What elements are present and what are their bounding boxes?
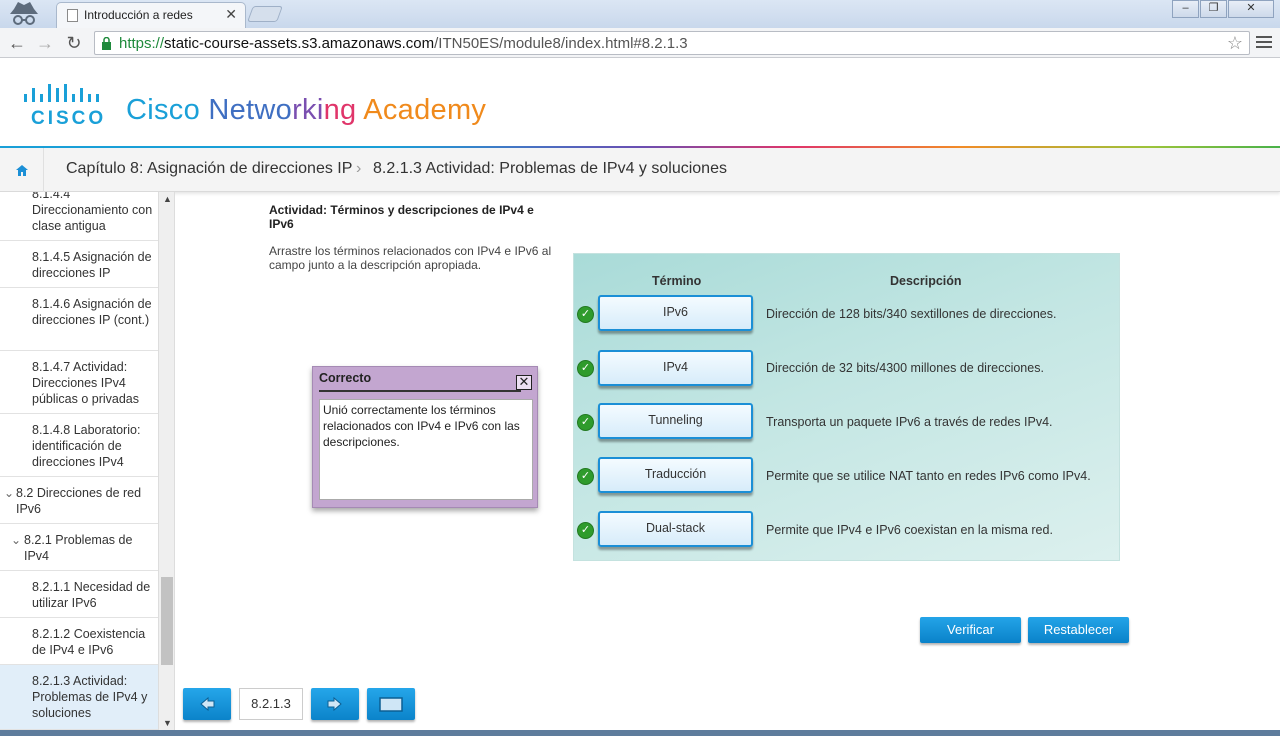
term-tile-ipv6[interactable]: IPv6 xyxy=(598,295,753,331)
forward-arrow-icon[interactable]: → xyxy=(34,32,56,54)
bookmark-star-icon[interactable]: ☆ xyxy=(1227,33,1243,54)
lock-icon xyxy=(102,37,111,50)
chevron-down-icon: ⌄ xyxy=(11,533,22,547)
browser-titlebar: Introducción a redes ✕ – ❐ ✕ xyxy=(0,0,1280,28)
activity-instructions: Arrastre los términos relacionados con I… xyxy=(269,244,552,272)
scroll-up-icon[interactable]: ▲ xyxy=(163,194,172,204)
matching-panel: Término Descripción ✓ IPv6 Dirección de … xyxy=(573,253,1120,561)
os-taskbar xyxy=(0,730,1280,736)
browser-tab[interactable]: Introducción a redes ✕ xyxy=(56,2,246,28)
verify-button[interactable]: Verificar xyxy=(920,617,1021,643)
term-tile-ipv4[interactable]: IPv4 xyxy=(598,350,753,386)
sidebar-item-8-2-1-3[interactable]: 8.2.1.3 Actividad: Problemas de IPv4 y s… xyxy=(0,665,158,730)
sidebar-section-8-2[interactable]: ⌄ 8.2 Direcciones de red IPv6 xyxy=(0,477,158,524)
breadcrumb-separator-icon: › xyxy=(356,160,362,177)
description-text: Dirección de 128 bits/340 sextillones de… xyxy=(766,307,1057,321)
site-header: CISCO Cisco Networking Academy xyxy=(0,58,1280,148)
description-text: Permite que se utilice NAT tanto en rede… xyxy=(766,469,1091,483)
breadcrumb: Capítulo 8: Asignación de direcciones IP… xyxy=(0,148,1280,192)
sidebar-item-8-1-4-5[interactable]: 8.1.4.5 Asignación de direcciones IP xyxy=(0,241,158,288)
close-window-button[interactable]: ✕ xyxy=(1228,0,1274,18)
page-number: 8.2.1.3 xyxy=(239,688,303,720)
address-bar[interactable]: https://static-course-assets.s3.amazonaw… xyxy=(94,31,1250,55)
page-favicon-icon xyxy=(67,9,78,22)
browser-menu-icon[interactable] xyxy=(1256,34,1272,50)
description-text: Dirección de 32 bits/4300 millones de di… xyxy=(766,361,1044,375)
cisco-logo-text: CISCO xyxy=(31,108,107,129)
popup-close-icon[interactable]: ✕ xyxy=(516,375,532,390)
arrow-left-icon xyxy=(200,696,215,712)
breadcrumb-current: 8.2.1.3 Actividad: Problemas de IPv4 y s… xyxy=(373,160,727,177)
reload-icon[interactable]: ↻ xyxy=(63,32,85,54)
chevron-down-icon: ⌄ xyxy=(4,486,15,500)
feedback-popup: Correcto ✕ Unió correctamente los términ… xyxy=(312,366,538,508)
new-tab-button[interactable] xyxy=(247,6,283,22)
screen-icon xyxy=(379,697,403,712)
column-header-term: Término xyxy=(652,274,702,288)
arrow-right-icon xyxy=(327,696,342,712)
tab-close-icon[interactable]: ✕ xyxy=(225,6,237,23)
back-arrow-icon[interactable]: ← xyxy=(6,32,28,54)
fullscreen-button[interactable] xyxy=(367,688,415,720)
breadcrumb-chapter[interactable]: Capítulo 8: Asignación de direcciones IP xyxy=(66,160,352,178)
sidebar-item-8-2-1-1[interactable]: 8.2.1.1 Necesidad de utilizar IPv6 xyxy=(0,571,158,618)
correct-check-icon: ✓ xyxy=(577,306,594,323)
sidebar-item-8-1-4-7[interactable]: 8.1.4.7 Actividad: Direcciones IPv4 públ… xyxy=(0,351,158,414)
correct-check-icon: ✓ xyxy=(577,468,594,485)
reset-button[interactable]: Restablecer xyxy=(1028,617,1129,643)
tab-title: Introducción a redes xyxy=(84,8,193,22)
correct-check-icon: ✓ xyxy=(577,522,594,539)
sidebar-item-8-2-1-2[interactable]: 8.2.1.2 Coexistencia de IPv4 e IPv6 xyxy=(0,618,158,665)
description-text: Transporta un paquete IPv6 a través de r… xyxy=(766,415,1053,429)
cisco-bars-logo-icon xyxy=(24,84,99,102)
sidebar-scrollbar[interactable]: ▲ ▼ xyxy=(158,192,175,730)
incognito-icon xyxy=(10,2,38,25)
term-tile-dual-stack[interactable]: Dual-stack xyxy=(598,511,753,547)
course-outline-sidebar: 8.1.4.4 Direccionamiento con clase antig… xyxy=(0,192,158,730)
scroll-down-icon[interactable]: ▼ xyxy=(163,718,172,728)
next-page-button[interactable] xyxy=(311,688,359,720)
maximize-button[interactable]: ❐ xyxy=(1200,0,1227,18)
home-icon xyxy=(16,165,28,176)
browser-toolbar: ← → ↻ https://static-course-assets.s3.am… xyxy=(0,28,1280,58)
previous-page-button[interactable] xyxy=(183,688,231,720)
sidebar-subsection-8-2-1[interactable]: ⌄ 8.2.1 Problemas de IPv4 xyxy=(0,524,158,571)
url-text: https://static-course-assets.s3.amazonaw… xyxy=(119,35,688,52)
sidebar-item-8-1-4-6[interactable]: 8.1.4.6 Asignación de direcciones IP (co… xyxy=(0,288,158,351)
scrollbar-thumb[interactable] xyxy=(161,577,173,665)
popup-title: Correcto xyxy=(319,371,372,385)
popup-message: Unió correctamente los términos relacion… xyxy=(319,399,533,500)
term-tile-traduccion[interactable]: Traducción xyxy=(598,457,753,493)
popup-divider xyxy=(319,390,521,392)
correct-check-icon: ✓ xyxy=(577,414,594,431)
academy-title: Cisco Networking Academy xyxy=(126,94,487,126)
column-header-description: Descripción xyxy=(890,274,962,288)
sidebar-item-8-1-4-4[interactable]: 8.1.4.4 Direccionamiento con clase antig… xyxy=(0,192,158,241)
home-button[interactable] xyxy=(0,148,44,192)
term-tile-tunneling[interactable]: Tunneling xyxy=(598,403,753,439)
sidebar-item-8-1-4-8[interactable]: 8.1.4.8 Laboratorio: identificación de d… xyxy=(0,414,158,477)
correct-check-icon: ✓ xyxy=(577,360,594,377)
minimize-button[interactable]: – xyxy=(1172,0,1199,18)
description-text: Permite que IPv4 e IPv6 coexistan en la … xyxy=(766,523,1053,537)
activity-title: Actividad: Términos y descripciones de I… xyxy=(269,203,534,231)
